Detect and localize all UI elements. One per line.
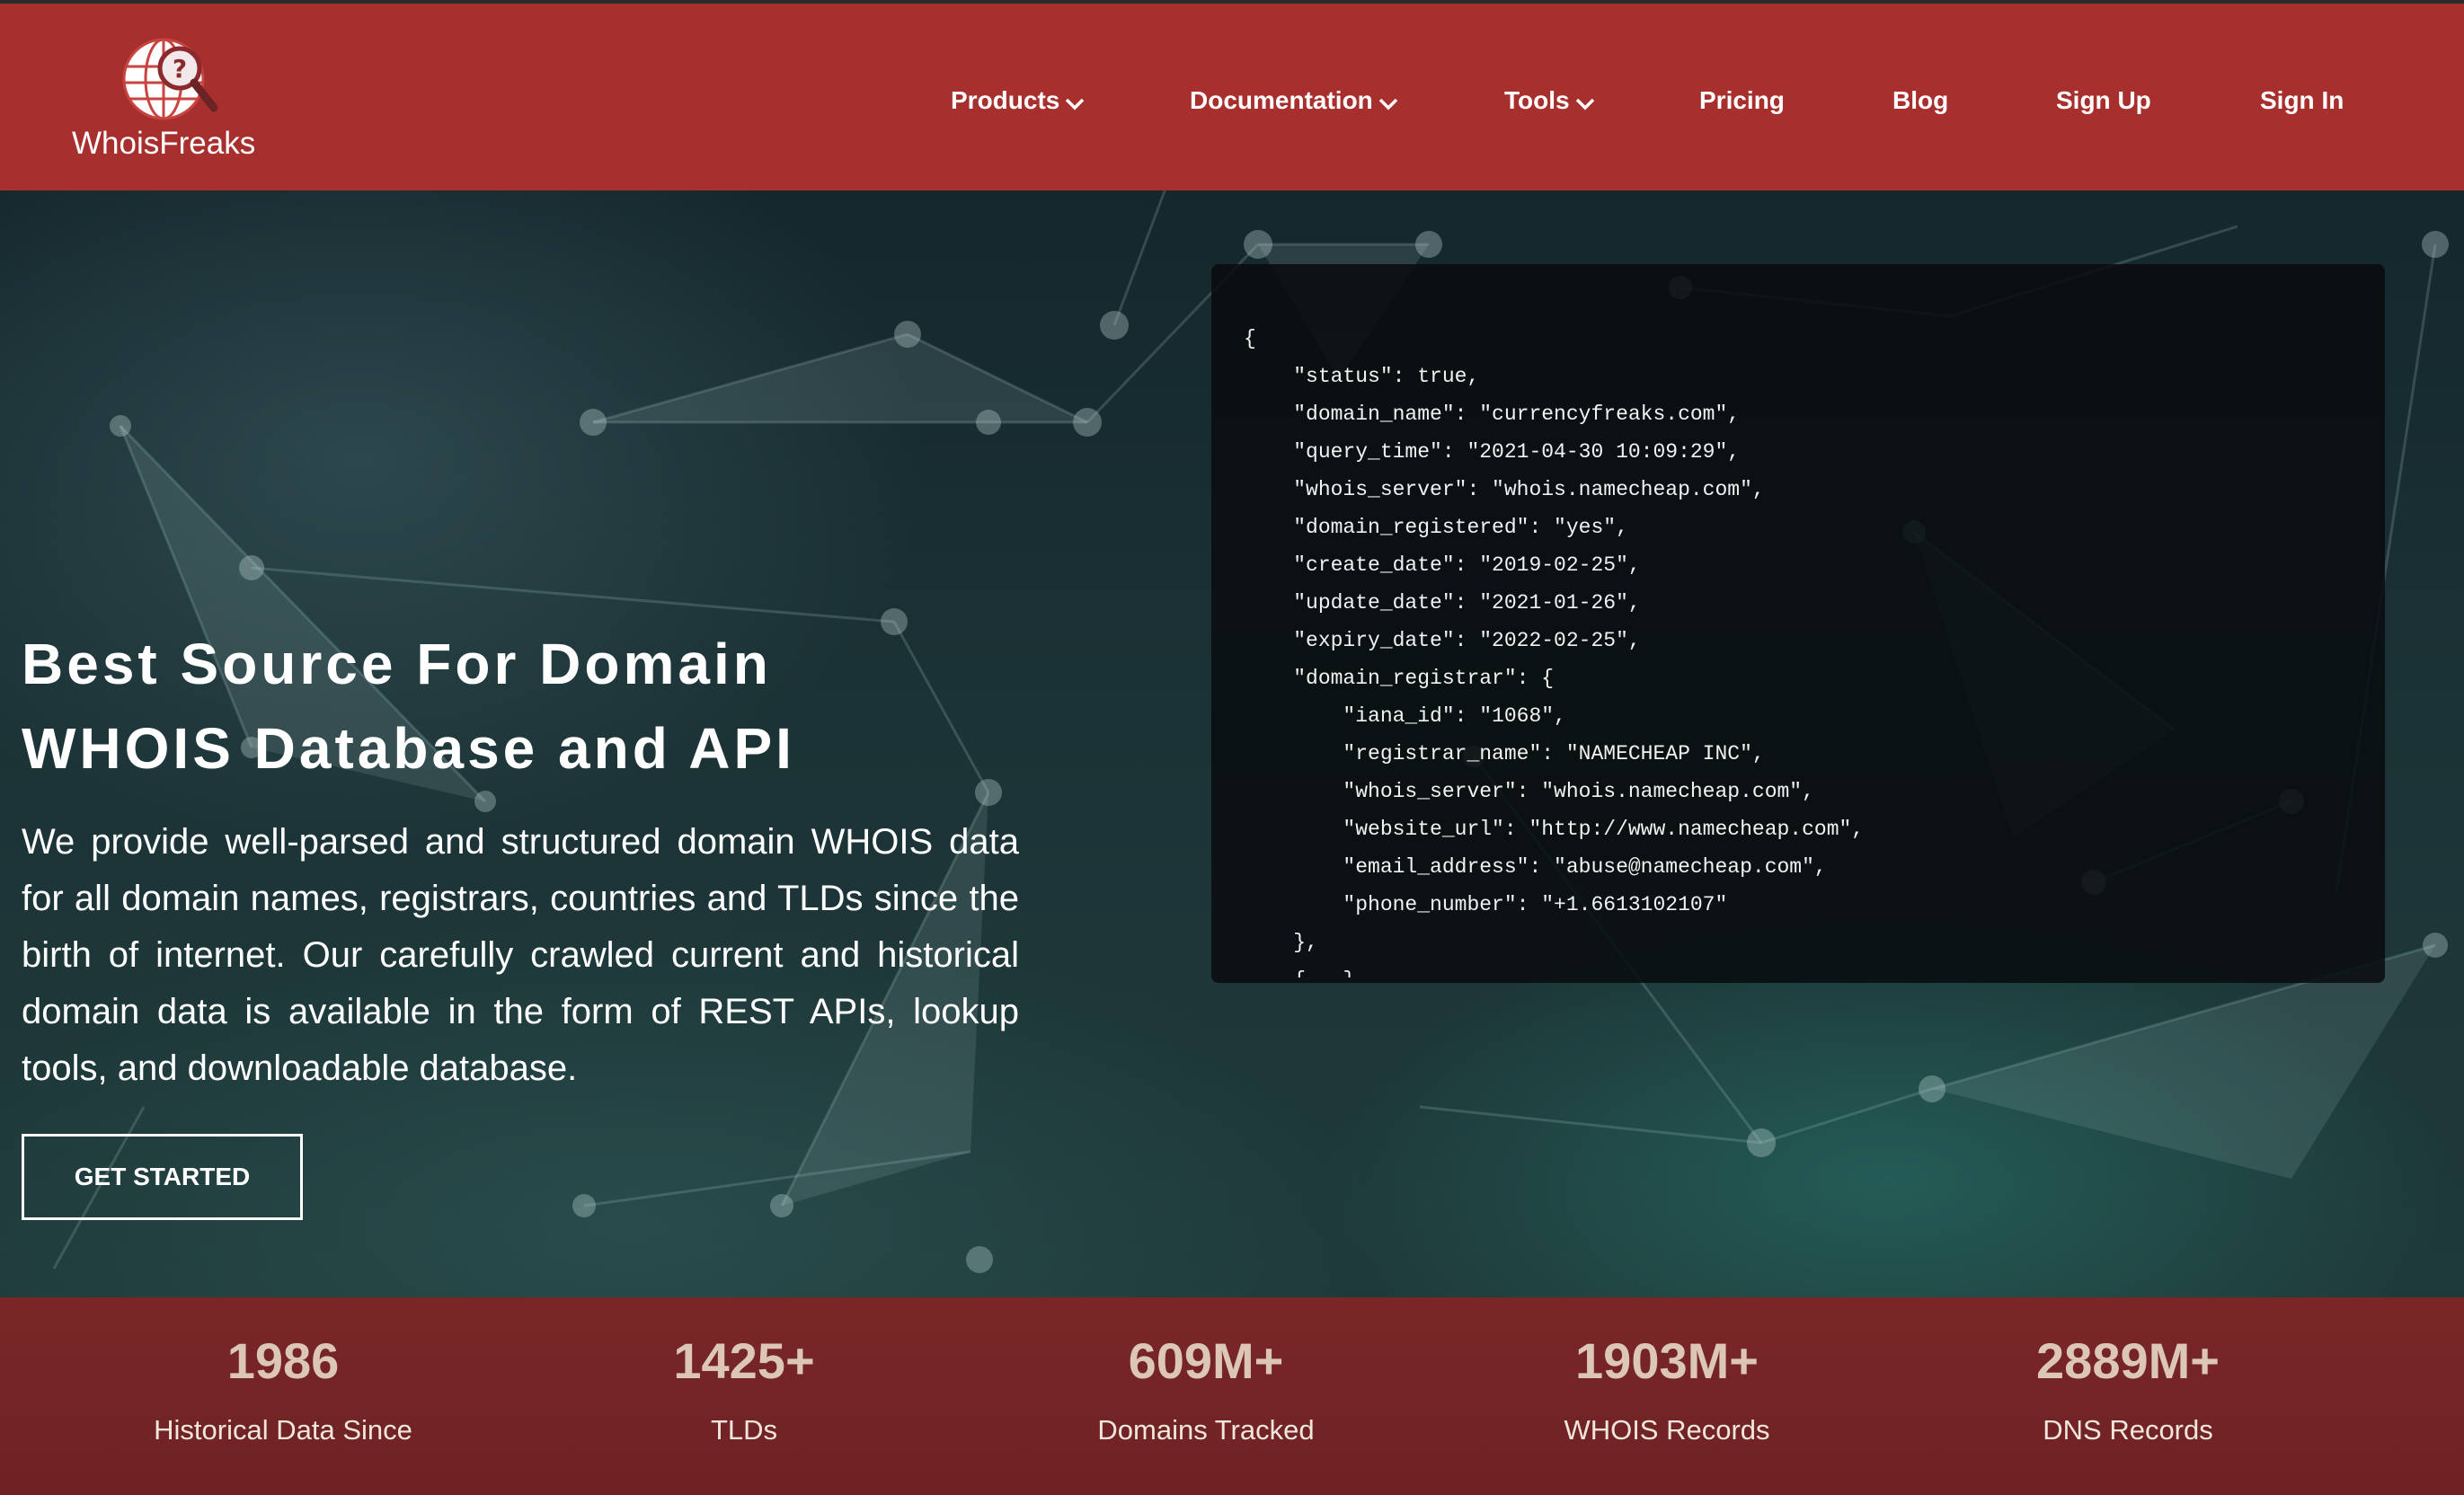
get-started-button[interactable]: GET STARTED — [22, 1134, 303, 1220]
code-line: "website_url": "http://www.namecheap.com… — [1244, 818, 1865, 841]
code-line: "query_time": "2021-04-30 10:09:29", — [1244, 440, 1741, 464]
hero-title: Best Source For Domain WHOIS Database an… — [22, 622, 1010, 791]
hero-title-line-2: WHOIS Database and API — [22, 716, 795, 781]
code-line: "create_date": "2019-02-25", — [1244, 553, 1641, 577]
stat-label: WHOIS Records — [1564, 1414, 1770, 1446]
brand-logo[interactable]: ? WhoisFreaks — [72, 29, 261, 164]
nav-documentation-label: Documentation — [1190, 86, 1373, 114]
nav-tools[interactable]: Tools — [1504, 83, 1597, 119]
code-line: "expiry_date": "2022-02-25", — [1244, 629, 1641, 652]
nav-sign-in[interactable]: Sign In — [2260, 83, 2344, 119]
code-line: "whois_server": "whois.namecheap.com", — [1244, 478, 1765, 501]
chevron-down-icon — [1378, 98, 1398, 111]
code-line: "update_date": "2021-01-26", — [1244, 591, 1641, 615]
hero-section: Best Source For Domain WHOIS Database an… — [0, 190, 2464, 1297]
code-line: "registrar_name": "NAMECHEAP INC", — [1244, 742, 1765, 765]
code-line: {...} — [1244, 961, 2358, 978]
stat-value: 1903M+ — [1575, 1332, 1759, 1389]
nav-pricing[interactable]: Pricing — [1699, 83, 1785, 119]
code-line: "domain_registered": "yes", — [1244, 516, 1628, 539]
stat-whois-records: 1903M+ WHOIS Records — [1478, 1297, 1856, 1495]
nav-blog[interactable]: Blog — [1892, 83, 1948, 119]
nav-products[interactable]: Products — [951, 83, 1086, 119]
stat-domains-tracked: 609M+ Domains Tracked — [1017, 1297, 1395, 1495]
code-line: "domain_name": "currencyfreaks.com", — [1244, 402, 1741, 426]
site-header: ? WhoisFreaks Products Documentation Too… — [0, 4, 2464, 190]
globe-magnifier-icon: ? — [122, 38, 218, 120]
code-line: "domain_registrar": { — [1244, 667, 1555, 690]
hero-description: We provide well-parsed and structured do… — [22, 822, 1019, 1088]
code-line: "whois_server": "whois.namecheap.com", — [1244, 780, 1814, 803]
stat-label: DNS Records — [2043, 1414, 2213, 1446]
svg-text:?: ? — [173, 54, 187, 84]
code-line: "status": true, — [1244, 365, 1480, 388]
nav-documentation[interactable]: Documentation — [1190, 83, 1400, 119]
code-line: { — [1244, 327, 1256, 350]
stat-label: Domains Tracked — [1097, 1414, 1315, 1446]
nav-products-label: Products — [951, 86, 1060, 114]
api-response-code-panel[interactable]: { "status": true, "domain_name": "curren… — [1211, 264, 2385, 983]
stat-tlds: 1425+ TLDs — [555, 1297, 933, 1495]
code-line: "phone_number": "+1.6613102107" — [1244, 893, 1728, 916]
chevron-down-icon — [1066, 98, 1085, 111]
stat-value: 609M+ — [1128, 1332, 1284, 1389]
stat-label: TLDs — [710, 1414, 778, 1446]
code-line: }, — [1244, 931, 1318, 954]
stat-historical-data: 1986 Historical Data Since — [94, 1297, 472, 1495]
stat-value: 1986 — [226, 1332, 340, 1389]
stat-label: Historical Data Since — [154, 1414, 412, 1446]
brand-name: WhoisFreaks — [72, 126, 256, 161]
chevron-down-icon — [1575, 98, 1594, 111]
code-line: "iana_id": "1068", — [1244, 704, 1566, 728]
nav-sign-up[interactable]: Sign Up — [2056, 83, 2151, 119]
code-line: "email_address": "abuse@namecheap.com", — [1244, 855, 1827, 879]
stat-value: 1425+ — [673, 1332, 815, 1389]
json-code-block: { "status": true, "domain_name": "curren… — [1244, 320, 2358, 978]
stats-bar: 1986 Historical Data Since 1425+ TLDs 60… — [0, 1297, 2464, 1495]
stat-value: 2889M+ — [2036, 1332, 2220, 1389]
hero-title-line-1: Best Source For Domain — [22, 632, 772, 696]
stat-dns-records: 2889M+ DNS Records — [1939, 1297, 2317, 1495]
nav-tools-label: Tools — [1504, 86, 1570, 114]
